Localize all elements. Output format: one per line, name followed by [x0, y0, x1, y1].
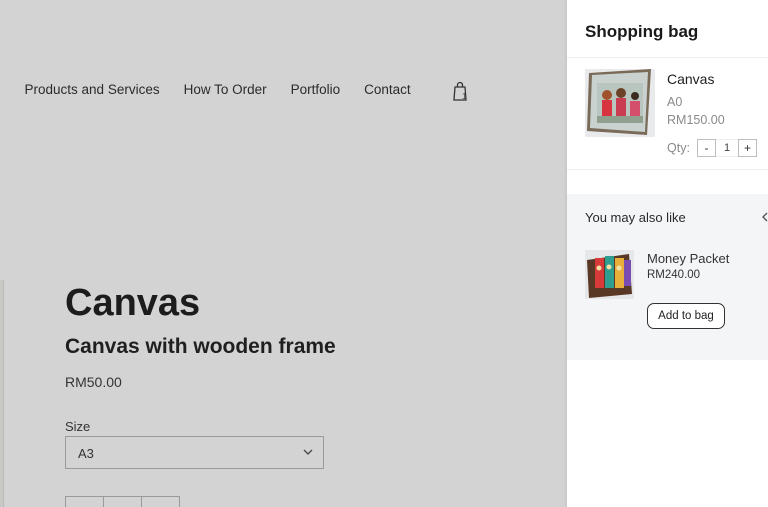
- size-label: Size: [65, 419, 91, 434]
- nav-item-products-services[interactable]: Products and Services: [25, 82, 160, 97]
- rec-item-price: RM240.00: [647, 269, 701, 281]
- nav-item-portfolio[interactable]: Portfolio: [291, 82, 341, 97]
- bag-item: Canvas A0 RM150.00 Qty: - 1 +: [585, 69, 768, 169]
- product-price: RM50.00: [65, 374, 122, 390]
- qty-value[interactable]: 1: [716, 139, 738, 157]
- qty-minus-box[interactable]: [65, 496, 104, 507]
- quantity-stepper-main[interactable]: [65, 496, 180, 507]
- product-title: Canvas: [65, 282, 201, 324]
- chevron-down-icon: [303, 449, 313, 455]
- qty-decrement-button[interactable]: -: [697, 139, 716, 157]
- nav-item-contact[interactable]: Contact: [364, 82, 411, 97]
- divider: [567, 57, 768, 58]
- recommendations-title: You may also like: [585, 210, 686, 225]
- nav-item-how-to-order[interactable]: How To Order: [184, 82, 267, 97]
- qty-increment-button[interactable]: +: [738, 139, 757, 157]
- cart-count-badge: 1: [462, 92, 467, 101]
- size-select-value: A3: [78, 446, 94, 461]
- money-packet-thumbnail[interactable]: [585, 250, 634, 299]
- bag-item-qty-label: Qty:: [667, 141, 690, 155]
- add-to-bag-button[interactable]: Add to bag: [647, 303, 725, 329]
- shopping-bag-drawer: Shopping bag Canvas A0 RM150.00 Qty: - 1…: [567, 0, 768, 507]
- divider: [567, 169, 768, 170]
- bag-item-quantity-stepper: - 1 +: [697, 139, 757, 157]
- qty-plus-box[interactable]: [141, 496, 180, 507]
- recommendations-panel: You may also like Money Packet RM240.00 …: [567, 194, 768, 360]
- canvas-product-thumbnail[interactable]: [585, 69, 655, 137]
- qty-value-box[interactable]: [103, 496, 142, 507]
- bag-item-variant: A0: [667, 95, 683, 109]
- product-subtitle: Canvas with wooden frame: [65, 335, 336, 358]
- product-image-edge: [0, 280, 4, 507]
- bag-item-name[interactable]: Canvas: [667, 71, 714, 87]
- cart-button[interactable]: 1: [452, 81, 470, 103]
- nav-item-partial[interactable]: e: [0, 82, 1, 97]
- main-nav: e Products and Services How To Order Por…: [0, 81, 467, 101]
- chevron-left-icon[interactable]: [761, 212, 768, 222]
- page: e Products and Services How To Order Por…: [0, 0, 768, 507]
- drawer-title: Shopping bag: [585, 22, 699, 41]
- rec-item-name[interactable]: Money Packet: [647, 251, 729, 266]
- bag-item-price: RM150.00: [667, 113, 725, 127]
- size-select[interactable]: A3: [65, 436, 324, 469]
